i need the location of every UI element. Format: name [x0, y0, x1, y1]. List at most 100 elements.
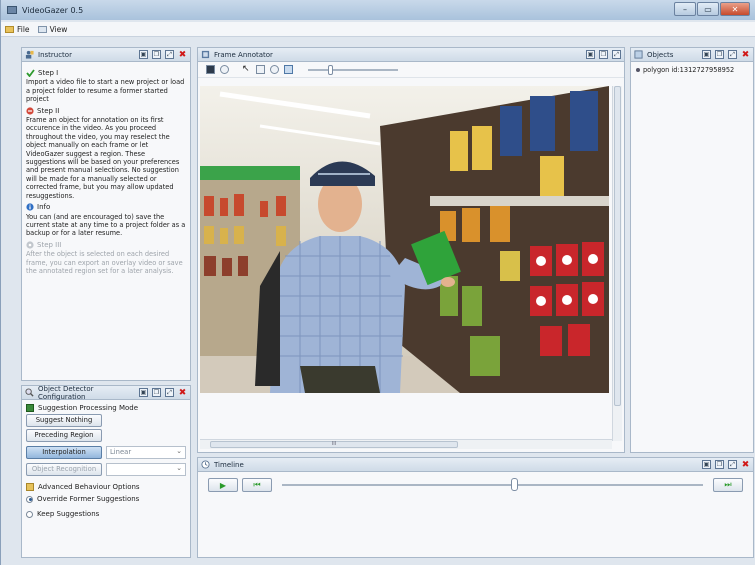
- window-title: VideoGazer 0.5: [22, 5, 84, 15]
- timeline-slider[interactable]: [282, 478, 703, 491]
- zoom-slider[interactable]: [308, 64, 398, 75]
- timeline-panel: Timeline ▣ ❐ ⤢ ✖ ▶ ⏮ ⏭: [197, 457, 754, 558]
- interpolation-button[interactable]: Interpolation: [26, 446, 102, 459]
- dock-button[interactable]: ▣: [139, 50, 148, 59]
- close-panel-button[interactable]: ✖: [178, 50, 187, 60]
- close-button[interactable]: ✕: [720, 2, 750, 16]
- horizontal-scrollbar[interactable]: III: [200, 439, 612, 449]
- suggest-nothing-button[interactable]: Suggest Nothing: [26, 414, 102, 427]
- timeline-thumb[interactable]: [510, 478, 518, 491]
- close-panel-button[interactable]: ✖: [741, 460, 750, 470]
- maximize-panel-button[interactable]: ⤢: [728, 50, 737, 59]
- window-controls: – ▭ ✕: [674, 2, 750, 16]
- step-1-heading: Step I: [26, 69, 186, 78]
- horizontal-scroll-thumb[interactable]: III: [210, 441, 458, 448]
- annotator-header: Frame Annotator ▣ ❐ ⤢: [198, 48, 624, 62]
- float-button[interactable]: ❐: [599, 50, 608, 59]
- info-heading: Info: [26, 203, 186, 211]
- menu-file-label: File: [17, 24, 30, 34]
- last-frame-button[interactable]: ⏭: [713, 478, 743, 492]
- step-1-title: Step I: [38, 69, 59, 77]
- bullet-icon: [636, 68, 640, 72]
- annotator-title: Frame Annotator: [214, 50, 273, 59]
- title-bar: VideoGazer 0.5 – ▭ ✕: [1, 0, 755, 20]
- first-frame-button[interactable]: ⏮: [242, 478, 272, 492]
- minimize-button[interactable]: –: [674, 2, 696, 16]
- timeline-header: Timeline ▣ ❐ ⤢ ✖: [198, 458, 753, 472]
- play-icon: ▶: [219, 480, 227, 490]
- float-button[interactable]: ❐: [152, 50, 161, 59]
- save-icon[interactable]: [206, 65, 215, 74]
- view-icon: [37, 25, 47, 33]
- vertical-scroll-thumb[interactable]: [614, 86, 621, 406]
- play-button[interactable]: ▶: [208, 478, 238, 492]
- objects-header: Objects ▣ ❐ ⤢ ✖: [631, 48, 753, 62]
- zoom-thumb[interactable]: [328, 64, 333, 75]
- advanced-section: Advanced Behaviour Options: [26, 483, 186, 491]
- close-panel-button[interactable]: ✖: [178, 388, 187, 398]
- check-icon: [26, 69, 35, 78]
- pointer-icon[interactable]: ↖: [242, 65, 251, 74]
- annotator-icon: [201, 50, 210, 59]
- preceding-region-button[interactable]: Preceding Region: [26, 429, 102, 442]
- objects-list: polygon id:1312727958952: [631, 62, 753, 78]
- object-recognition-button[interactable]: Object Recognition: [26, 463, 102, 476]
- maximize-panel-button[interactable]: ⤢: [728, 460, 737, 469]
- objects-icon: [634, 50, 643, 59]
- dock-button[interactable]: ▣: [702, 50, 711, 59]
- menu-view[interactable]: View: [37, 25, 67, 34]
- float-button[interactable]: ❐: [715, 460, 724, 469]
- ellipse-icon[interactable]: [270, 65, 279, 74]
- rectangle-icon[interactable]: [256, 65, 265, 74]
- app-icon: [7, 6, 17, 14]
- info-text: You can (and are encouraged to) save the…: [26, 212, 186, 238]
- detector-icon: [25, 388, 34, 397]
- radio-dot: [26, 495, 33, 503]
- instructor-header: Instructor ▣ ❐ ⤢ ✖: [22, 48, 190, 62]
- app-window: VideoGazer 0.5 – ▭ ✕ File View Instructo…: [0, 0, 755, 565]
- frame-annotator-panel: Frame Annotator ▣ ❐ ⤢ ↖ III: [197, 47, 625, 453]
- list-item[interactable]: polygon id:1312727958952: [636, 66, 748, 74]
- menu-bar: File View: [1, 22, 755, 37]
- step-3-title: Step III: [37, 240, 62, 249]
- interpolation-select[interactable]: Linear: [106, 446, 186, 459]
- instructor-icon: [25, 50, 34, 59]
- advanced-icon: [26, 483, 34, 491]
- instructor-panel: Instructor ▣ ❐ ⤢ ✖ Step I Import a video…: [21, 47, 191, 381]
- maximize-button[interactable]: ▭: [697, 2, 719, 16]
- annotator-toolbar: ↖: [198, 62, 624, 78]
- menu-file[interactable]: File: [5, 25, 30, 34]
- folder-icon: [5, 25, 14, 33]
- keep-radio[interactable]: Keep Suggestions: [26, 510, 186, 518]
- suggestion-mode-label: Suggestion Processing Mode: [38, 404, 139, 412]
- close-panel-button[interactable]: ✖: [741, 50, 750, 60]
- maximize-panel-button[interactable]: ⤢: [612, 50, 621, 59]
- float-button[interactable]: ❐: [152, 388, 161, 397]
- info-title: Info: [37, 203, 51, 212]
- override-radio[interactable]: Override Former Suggestions: [26, 495, 186, 503]
- dock-button[interactable]: ▣: [139, 388, 148, 397]
- step-2-title: Step II: [37, 106, 60, 115]
- dock-button[interactable]: ▣: [702, 460, 711, 469]
- suggestion-mode-section: Suggestion Processing Mode: [26, 404, 186, 412]
- objects-title: Objects: [647, 50, 674, 59]
- vertical-scrollbar[interactable]: [612, 86, 622, 441]
- detector-title: Object Detector Configuration: [38, 384, 94, 401]
- polygon-icon[interactable]: [284, 65, 293, 74]
- video-frame[interactable]: [200, 86, 609, 393]
- mode-icon: [26, 404, 34, 412]
- step-2-text: Frame an object for annotation on its fi…: [26, 116, 180, 200]
- recognition-select[interactable]: [106, 463, 186, 476]
- error-icon: [26, 107, 34, 115]
- step-3-heading: Step III: [26, 241, 186, 249]
- dock-button[interactable]: ▣: [586, 50, 595, 59]
- clock-icon: [201, 460, 210, 469]
- step-1-text: Import a video file to start a new proje…: [26, 78, 185, 104]
- step-3-text: After the object is selected on each des…: [26, 250, 183, 275]
- advanced-label: Advanced Behaviour Options: [38, 483, 140, 491]
- eye-icon[interactable]: [220, 65, 229, 74]
- maximize-panel-button[interactable]: ⤢: [165, 388, 174, 397]
- maximize-panel-button[interactable]: ⤢: [165, 50, 174, 59]
- instructor-body: Step I Import a video file to start a ne…: [22, 62, 190, 279]
- float-button[interactable]: ❐: [715, 50, 724, 59]
